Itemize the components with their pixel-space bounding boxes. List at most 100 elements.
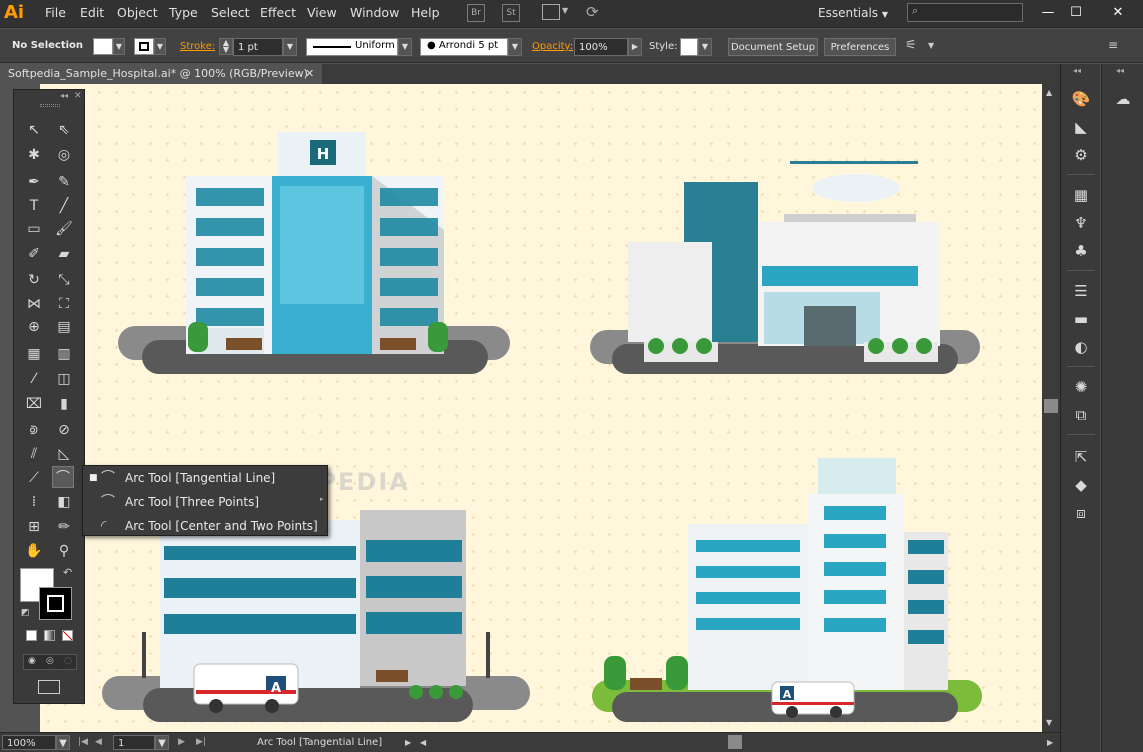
fill-dropdown[interactable]: ▼ (113, 38, 125, 55)
crop-tool-icon[interactable]: ⊞ (23, 516, 45, 538)
none-mode-icon[interactable] (62, 630, 73, 641)
gpu-performance-icon[interactable]: ⟳ (586, 3, 599, 21)
symbol-sprayer-tool-icon[interactable]: ⌧ (23, 393, 45, 415)
stroke-weight-dropdown[interactable]: ▼ (283, 38, 297, 56)
variable-width-profile[interactable]: Uniform (306, 38, 398, 56)
draw-inside-icon[interactable]: ◌ (64, 656, 72, 666)
gradient-mode-icon[interactable] (44, 630, 55, 641)
document-tab[interactable]: Softpedia_Sample_Hospital.ai* @ 100% (RG… (0, 64, 322, 84)
tearoff-arrow-icon[interactable]: ▸ (320, 495, 324, 503)
drawing-modes[interactable]: ◉ ◎ ◌ (23, 654, 77, 670)
pencil-tool-icon[interactable]: ✏ (53, 516, 75, 538)
scroll-right-icon[interactable]: ▶ (1047, 735, 1053, 750)
artboard-tool-icon[interactable]: ⟄ (23, 419, 45, 441)
draw-normal-icon[interactable]: ◉ (28, 656, 36, 666)
hand-tool-icon[interactable]: ✋ (23, 540, 45, 562)
chevron-down-icon[interactable]: ▼ (928, 41, 934, 50)
close-window-button[interactable]: ✕ (1098, 0, 1138, 26)
paintbrush-tool-icon[interactable]: 🖌 (53, 218, 75, 240)
scale-tool-icon[interactable]: ⤡ (53, 269, 75, 291)
selection-tool-icon[interactable]: ↖ (23, 119, 45, 141)
flare-tool-icon[interactable]: ◧ (53, 491, 75, 513)
close-tab-icon[interactable]: ✕ (305, 64, 314, 84)
chevron-down-icon[interactable]: ▼ (562, 6, 568, 15)
next-artboard-icon[interactable]: ▶ (178, 735, 185, 750)
preferences-button[interactable]: Preferences (824, 38, 896, 56)
type-tool-icon[interactable]: T (23, 195, 45, 217)
arc-tool-icon[interactable]: ⌒ (52, 466, 74, 488)
scissors-tool-icon[interactable]: ◺ (53, 443, 75, 465)
bridge-icon[interactable]: Br (467, 4, 485, 22)
stroke-color-swatch[interactable] (39, 587, 72, 620)
pen-tool-icon[interactable]: ✒ (23, 171, 45, 193)
graphic-styles-icon[interactable]: ⧉ (1070, 404, 1092, 426)
layers-icon[interactable]: ◆ (1070, 474, 1092, 496)
appearance-icon[interactable]: ✺ (1070, 376, 1092, 398)
swap-colors-icon[interactable]: ↶ (63, 566, 72, 579)
export-icon[interactable]: ⇱ (1070, 446, 1092, 468)
perspective-grid-tool-icon[interactable]: ▤ (53, 316, 75, 338)
shape-builder-tool-icon[interactable]: ⊕ (23, 316, 45, 338)
color-guide-icon[interactable]: ◣ (1070, 116, 1092, 138)
zoom-input[interactable]: 100% (2, 735, 56, 750)
artboards-icon[interactable]: ⧈ (1070, 502, 1092, 524)
slice-tool-icon[interactable]: ⊘ (53, 419, 75, 441)
graphic-style-swatch[interactable] (680, 38, 698, 56)
stroke-label[interactable]: Stroke: (180, 38, 215, 56)
spiral-tool-icon[interactable]: ⁞ (23, 491, 45, 513)
menu-object[interactable]: Object (117, 0, 158, 26)
last-artboard-icon[interactable]: ▶| (196, 735, 206, 750)
minimize-button[interactable]: — (1034, 0, 1062, 26)
default-colors-icon[interactable]: ◩ (21, 608, 30, 618)
menu-type[interactable]: Type (169, 0, 198, 26)
stroke-swatch[interactable] (134, 38, 154, 55)
flyout-item-center-two-points[interactable]: ◜ Arc Tool [Center and Two Points] (83, 514, 329, 538)
vertical-scrollbar[interactable]: ▲ ▼ (1042, 84, 1060, 732)
artboard-dropdown[interactable]: ▼ (155, 735, 169, 750)
menu-help[interactable]: Help (411, 0, 440, 26)
flyout-item-tangential[interactable]: ■ ⌒ Arc Tool [Tangential Line] (83, 466, 329, 490)
workspace-switcher[interactable]: Essentials ▼ (818, 0, 888, 28)
menu-window[interactable]: Window (350, 0, 399, 26)
opacity-arrow[interactable]: ▶ (628, 38, 642, 56)
scroll-left-icon[interactable]: ◀ (420, 735, 426, 750)
eyedropper-tool-icon[interactable]: ⁄ (23, 368, 45, 390)
fill-swatch[interactable] (93, 38, 113, 55)
gradient-panel-icon[interactable]: ▬ (1070, 308, 1092, 330)
panel-grip[interactable] (40, 104, 60, 107)
eraser-tool-icon[interactable]: ▰ (53, 243, 75, 265)
stroke-swatch-dropdown[interactable]: ▼ (154, 38, 166, 55)
color-panel-icon[interactable]: 🎨 (1070, 88, 1092, 110)
menu-edit[interactable]: Edit (80, 0, 104, 26)
collapse-dock-icon[interactable]: ◂◂ (1116, 66, 1124, 75)
rotate-tool-icon[interactable]: ↻ (23, 269, 45, 291)
transparency-icon[interactable]: ◐ (1070, 336, 1092, 358)
horizontal-scroll-thumb[interactable] (728, 735, 742, 749)
opacity-input[interactable]: 100% (574, 38, 628, 56)
draw-behind-icon[interactable]: ◎ (46, 656, 54, 666)
shaper-tool-icon[interactable]: ✐ (23, 243, 45, 265)
search-input[interactable]: ⌕ (907, 3, 1023, 22)
lasso-tool-icon[interactable]: ◎ (53, 144, 75, 166)
blend-tool-icon[interactable]: ◫ (53, 368, 75, 390)
rectangle-tool-icon[interactable]: ▭ (23, 218, 45, 240)
artboard-canvas[interactable]: H A A (40, 84, 1042, 732)
arrange-icon[interactable]: ⚟ (905, 38, 917, 53)
panel-menu-icon[interactable]: ≡ (1108, 38, 1118, 52)
scroll-up-icon[interactable]: ▲ (1046, 88, 1052, 97)
close-panel-icon[interactable]: ✕ (74, 91, 82, 101)
line-segment-tool-icon[interactable]: ╱ (53, 195, 75, 217)
artboard-number-input[interactable]: 1 (113, 735, 155, 750)
stroke-weight-input[interactable]: 1 pt (233, 38, 283, 56)
curvature-tool-icon[interactable]: ✎ (53, 171, 75, 193)
screen-mode-icon[interactable] (38, 680, 60, 694)
scroll-down-icon[interactable]: ▼ (1046, 718, 1052, 727)
width-tool-icon[interactable]: ⋈ (23, 293, 45, 315)
collapse-panel-icon[interactable]: ◂◂ (60, 91, 68, 100)
collapse-dock-icon[interactable]: ◂◂ (1073, 66, 1081, 75)
kuler-icon[interactable]: ⚙ (1070, 144, 1092, 166)
menu-view[interactable]: View (307, 0, 337, 26)
vertical-scroll-thumb[interactable] (1044, 399, 1058, 413)
symbols-icon[interactable]: ♣ (1070, 240, 1092, 262)
document-setup-button[interactable]: Document Setup (728, 38, 818, 56)
